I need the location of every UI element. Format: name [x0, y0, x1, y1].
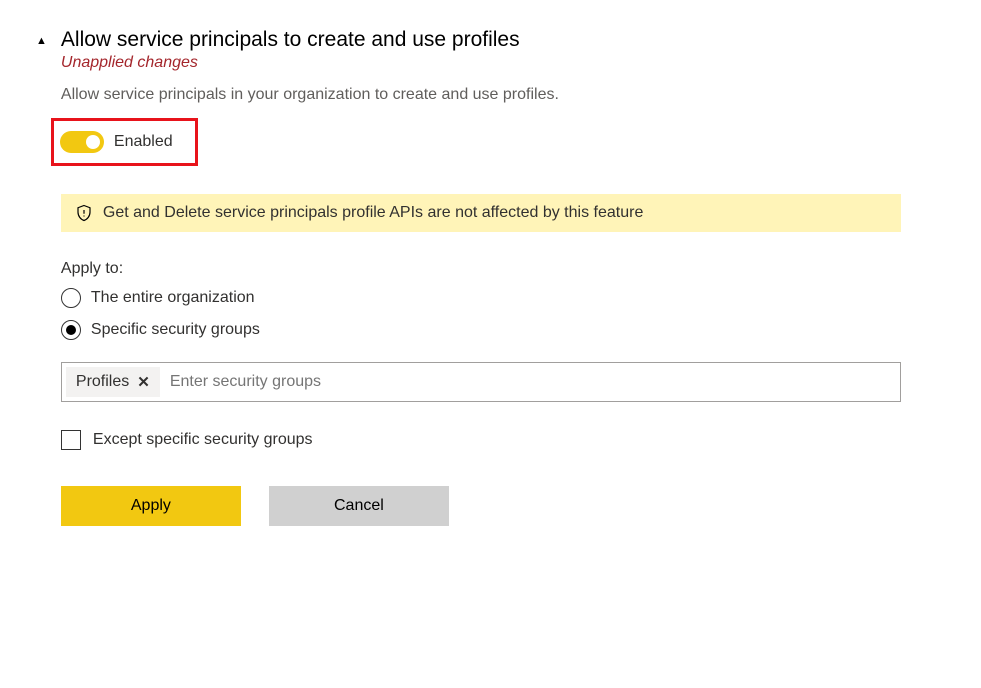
radio-icon-unchecked	[61, 288, 81, 308]
radio-label: Specific security groups	[91, 321, 260, 339]
setting-description: Allow service principals in your organiz…	[61, 86, 901, 104]
setting-title: Allow service principals to create and u…	[61, 28, 901, 52]
action-buttons: Apply Cancel	[61, 486, 901, 526]
radio-icon-checked	[61, 320, 81, 340]
warning-banner: Get and Delete service principals profil…	[61, 194, 901, 232]
security-groups-input[interactable]: Profiles ✕	[61, 362, 901, 402]
setting-section: ▲ Allow service principals to create and…	[36, 28, 945, 526]
security-group-tag: Profiles ✕	[66, 367, 160, 397]
tag-label: Profiles	[76, 373, 129, 391]
apply-to-label: Apply to:	[61, 260, 901, 278]
unapplied-changes-label: Unapplied changes	[61, 54, 901, 72]
collapse-icon[interactable]: ▲	[36, 35, 47, 526]
warning-text: Get and Delete service principals profil…	[103, 204, 643, 222]
enabled-toggle-highlight: Enabled	[51, 118, 198, 166]
checkbox-unchecked-icon	[61, 430, 81, 450]
except-checkbox-row[interactable]: Except specific security groups	[61, 430, 901, 450]
toggle-knob	[86, 135, 100, 149]
apply-button[interactable]: Apply	[61, 486, 241, 526]
shield-warning-icon	[75, 204, 93, 222]
toggle-label: Enabled	[114, 133, 173, 151]
enabled-toggle[interactable]	[60, 131, 104, 153]
radio-label: The entire organization	[91, 289, 255, 307]
radio-entire-organization[interactable]: The entire organization	[61, 288, 901, 308]
except-label: Except specific security groups	[93, 431, 313, 449]
security-groups-text-input[interactable]	[160, 367, 896, 397]
radio-specific-security-groups[interactable]: Specific security groups	[61, 320, 901, 340]
setting-content: Allow service principals to create and u…	[61, 28, 901, 526]
tag-remove-icon[interactable]: ✕	[137, 373, 150, 391]
cancel-button[interactable]: Cancel	[269, 486, 449, 526]
